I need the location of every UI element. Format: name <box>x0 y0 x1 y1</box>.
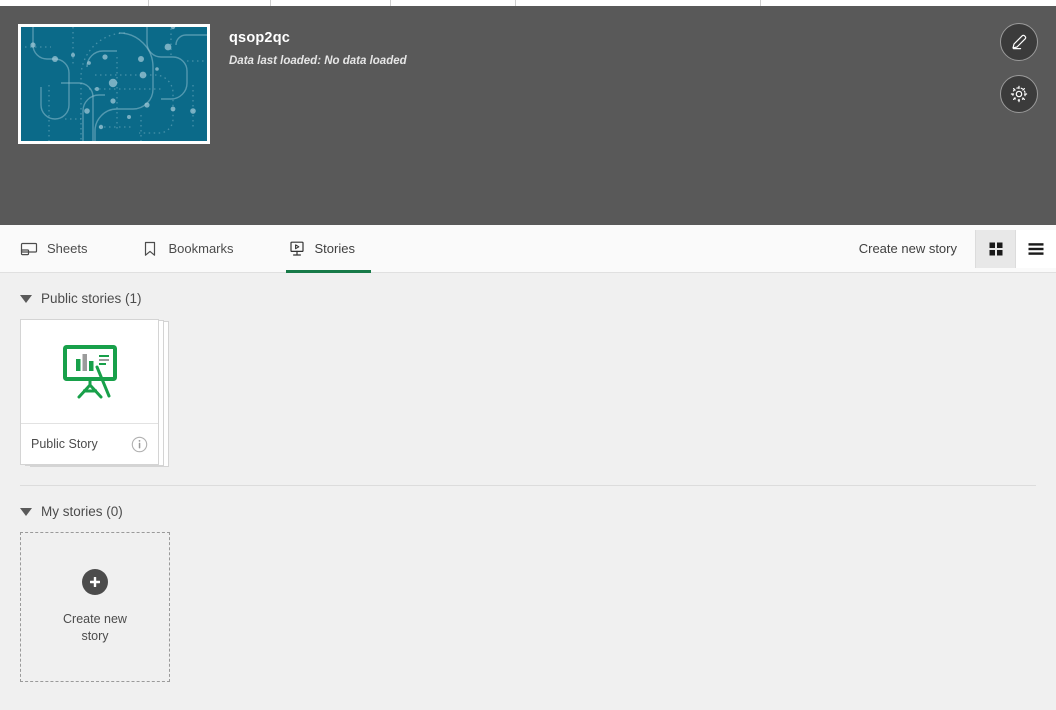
section-header-my-stories[interactable]: My stories (0) <box>20 504 1056 519</box>
grid-icon <box>989 242 1002 255</box>
list-view-toggle[interactable] <box>1016 229 1056 268</box>
tab-stories-label: Stories <box>314 241 355 256</box>
create-new-story-card-label: Create new story <box>50 611 140 645</box>
section-title-my-stories: My stories (0) <box>41 504 123 519</box>
create-new-story-card[interactable]: Create new story <box>20 532 170 682</box>
chevron-down-icon <box>20 507 32 516</box>
story-card-footer: Public Story <box>21 424 158 464</box>
pencil-icon <box>1012 34 1027 50</box>
sheet-icon <box>20 240 38 258</box>
edit-app-button[interactable] <box>1000 23 1038 61</box>
info-icon[interactable] <box>131 436 148 453</box>
plus-circle-icon <box>82 569 108 595</box>
story-card-public-story[interactable]: Public Story <box>20 319 159 465</box>
app-data-status: Data last loaded: No data loaded <box>229 55 407 67</box>
tab-sheets[interactable]: Sheets <box>18 225 103 273</box>
stories-content: Public stories (1) Public Story My stori… <box>0 273 1056 710</box>
story-card-stack: Public Story <box>20 319 175 467</box>
app-tabbar: Sheets Bookmarks Stories Create new stor… <box>0 225 1056 273</box>
app-title: qsop2qc <box>229 30 291 46</box>
tab-list: Sheets Bookmarks Stories <box>18 225 372 273</box>
tab-stories[interactable]: Stories <box>285 225 372 273</box>
header-actions <box>1000 23 1038 127</box>
view-toggle-group <box>975 229 1056 268</box>
tabbar-actions: Create new story <box>859 225 1056 273</box>
story-title: Public Story <box>31 437 98 451</box>
public-stories-card-row: Public Story <box>20 319 1056 467</box>
app-header: qsop2qc Data last loaded: No data loaded <box>0 6 1056 225</box>
easel-chart-icon <box>62 344 117 398</box>
grid-view-toggle[interactable] <box>976 229 1016 268</box>
section-title-public-stories: Public stories (1) <box>41 291 142 306</box>
chevron-down-icon <box>20 294 32 303</box>
create-new-story-link[interactable]: Create new story <box>859 241 975 256</box>
section-header-public-stories[interactable]: Public stories (1) <box>20 291 1056 306</box>
section-divider <box>20 485 1036 486</box>
story-thumbnail <box>21 320 158 424</box>
tab-sheets-label: Sheets <box>47 241 88 256</box>
tab-bookmarks-label: Bookmarks <box>168 241 234 256</box>
my-stories-card-row: Create new story <box>20 532 1056 682</box>
app-settings-button[interactable] <box>1000 75 1038 113</box>
bookmark-icon <box>141 240 159 258</box>
app-thumbnail[interactable] <box>18 24 210 144</box>
tab-bookmarks[interactable]: Bookmarks <box>139 225 249 273</box>
create-label-line1: Create new <box>63 612 127 626</box>
list-icon <box>1028 242 1044 255</box>
app-thumbnail-pattern <box>21 27 207 141</box>
app-title-block: qsop2qc Data last loaded: No data loaded <box>229 30 407 67</box>
gear-icon <box>1010 85 1028 103</box>
create-label-line2: story <box>81 629 109 643</box>
story-screen-icon <box>288 240 306 258</box>
